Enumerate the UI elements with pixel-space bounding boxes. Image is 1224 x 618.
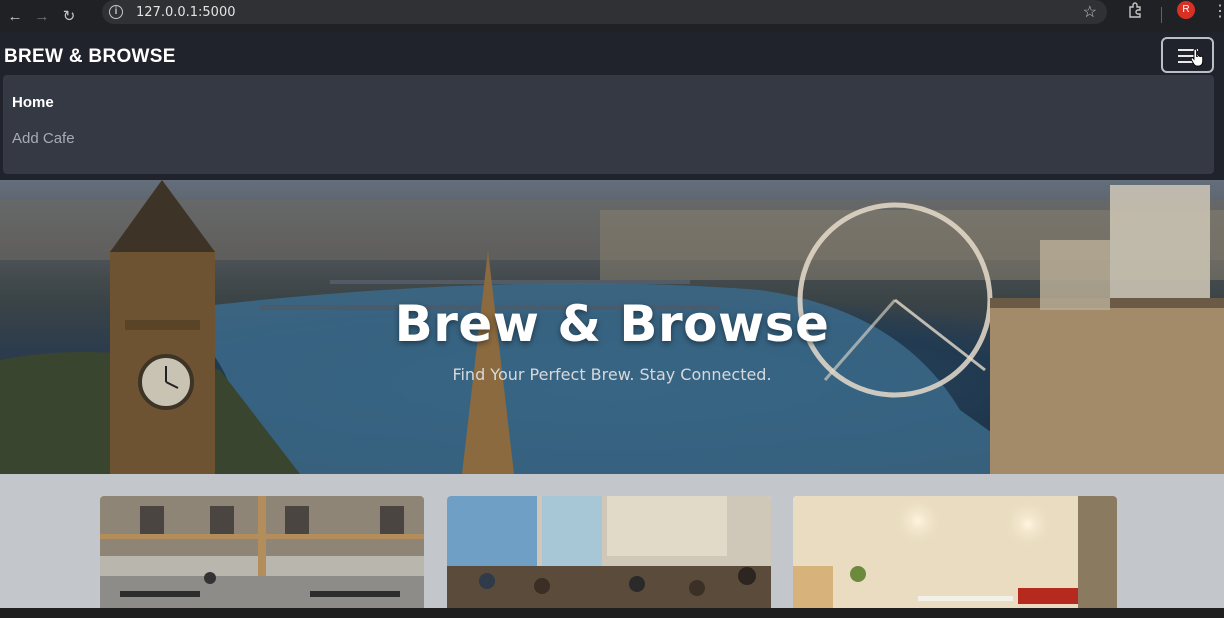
cafe-card[interactable] <box>793 496 1117 614</box>
hero-banner: Brew & Browse Find Your Perfect Brew. St… <box>0 180 1224 474</box>
hero-subtitle: Find Your Perfect Brew. Stay Connected. <box>452 365 772 384</box>
hero-title: Brew & Browse <box>394 295 830 353</box>
more-menu-icon[interactable]: ⋮ <box>1212 1 1224 21</box>
navbar-brand[interactable]: BREW & BROWSE <box>4 46 176 68</box>
back-arrow-icon[interactable]: ← <box>3 4 27 28</box>
hand-cursor-icon <box>1190 49 1204 67</box>
navbar: BREW & BROWSE Home Add Cafe <box>0 32 1224 180</box>
address-bar[interactable]: i 127.0.0.1:5000 ☆ <box>102 0 1107 24</box>
url-text[interactable]: 127.0.0.1:5000 <box>136 5 236 20</box>
cafe-card-grid <box>0 474 1224 614</box>
nav-link-add-cafe[interactable]: Add Cafe <box>12 130 75 147</box>
extensions-icon[interactable] <box>1127 2 1143 23</box>
cafe-card[interactable] <box>447 496 771 614</box>
cafe-card[interactable] <box>100 496 424 614</box>
cafe-card-image <box>447 496 771 614</box>
taskbar-strip <box>0 608 1224 618</box>
toolbar-divider <box>1161 7 1162 23</box>
reload-icon[interactable]: ↻ <box>57 4 81 28</box>
profile-avatar[interactable]: R <box>1177 1 1195 19</box>
cafe-card-image <box>100 496 424 614</box>
bookmark-star-icon[interactable]: ☆ <box>1083 2 1097 22</box>
browser-toolbar: ← → ↻ i 127.0.0.1:5000 ☆ R ⋮ <box>0 0 1224 32</box>
forward-arrow-icon[interactable]: → <box>30 4 54 28</box>
nav-collapse-menu: Home Add Cafe <box>3 75 1214 174</box>
site-info-icon[interactable]: i <box>109 5 123 19</box>
nav-link-home[interactable]: Home <box>12 94 54 111</box>
cafe-card-image <box>793 496 1117 614</box>
navbar-toggler-button[interactable] <box>1161 37 1214 73</box>
